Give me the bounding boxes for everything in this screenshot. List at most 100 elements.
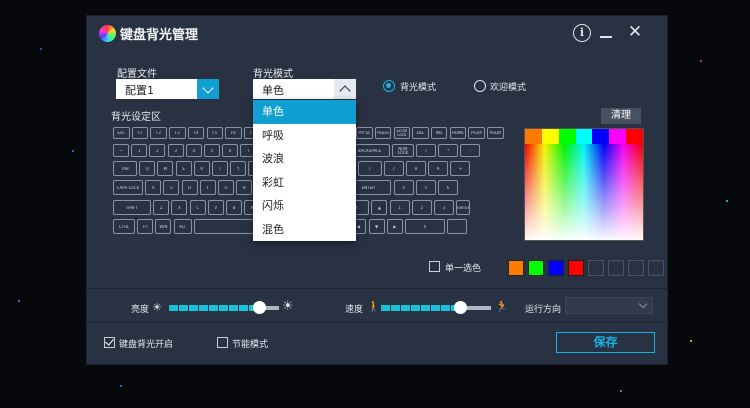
keyboard-key[interactable]: 8 — [406, 161, 426, 176]
keyboard-key[interactable]: / — [416, 144, 436, 157]
brightness-slider[interactable] — [169, 301, 279, 314]
radio-backlight-mode[interactable] — [383, 80, 395, 92]
palette-preset-color[interactable] — [626, 129, 643, 144]
keyboard-key[interactable]: S — [163, 180, 180, 195]
color-swatch[interactable] — [628, 260, 644, 276]
color-palette[interactable] — [524, 128, 644, 241]
backlight-on-checkbox[interactable] — [104, 337, 115, 348]
keyboard-key[interactable]: DEL — [412, 127, 429, 139]
keyboard-key[interactable]: R — [193, 161, 210, 176]
color-swatch[interactable] — [548, 260, 564, 276]
keyboard-key[interactable]: ~ — [113, 144, 129, 157]
keyboard-key[interactable]: 6 — [222, 144, 239, 157]
keyboard-key[interactable]: PGDN — [487, 127, 504, 139]
keyboard-key[interactable]: ALT — [173, 219, 192, 234]
keyboard-key[interactable]: 9 — [428, 161, 449, 176]
keyboard-key[interactable]: ENTER — [456, 200, 471, 215]
dropdown-item[interactable]: 呼吸 — [253, 124, 356, 148]
keyboard-key[interactable]: F6 — [225, 127, 242, 139]
brightness-slider-thumb[interactable] — [253, 301, 267, 314]
keyboard-key[interactable]: ▼ — [368, 219, 385, 234]
keyboard-key[interactable]: CTRL — [113, 219, 135, 234]
keyboard-key[interactable]: G — [218, 180, 234, 195]
keyboard-key[interactable]: F3 — [169, 127, 186, 139]
palette-preset-color[interactable] — [525, 129, 542, 144]
keyboard-key[interactable]: Pause — [374, 127, 392, 139]
keyboard-key[interactable]: F5 — [206, 127, 223, 139]
radio-backlight-mode-label[interactable]: 背光模式 — [400, 80, 436, 93]
color-swatch[interactable] — [608, 260, 624, 276]
keyboard-key[interactable]: Fn — [137, 219, 154, 234]
keyboard-key[interactable]: X — [171, 200, 188, 215]
color-swatch[interactable] — [648, 260, 664, 276]
keyboard-key[interactable]: . — [447, 219, 468, 234]
speed-slider[interactable] — [381, 301, 491, 314]
radio-welcome-mode-label[interactable]: 欢迎模式 — [490, 80, 526, 93]
keyboard-key[interactable]: + — [450, 161, 471, 176]
keyboard-key[interactable]: T — [212, 161, 228, 176]
keyboard-key[interactable]: 4 — [393, 180, 414, 195]
keyboard-key[interactable]: 3 — [434, 200, 454, 215]
keyboard-key[interactable]: F2 — [150, 127, 167, 139]
keyboard-key[interactable]: ▶ — [386, 219, 403, 234]
close-button[interactable]: ✕ — [627, 24, 643, 41]
keyboard-key[interactable]: NUM LOCK — [391, 144, 414, 157]
dropdown-item[interactable]: 闪烁 — [253, 194, 356, 218]
title-bar[interactable]: 键盘背光管理 i ✕ — [87, 16, 667, 52]
keyboard-key[interactable]: ESC — [113, 127, 130, 139]
single-color-checkbox[interactable] — [429, 261, 440, 272]
palette-preset-row[interactable] — [525, 129, 643, 144]
keyboard-key[interactable]: TAB — [113, 161, 137, 176]
save-button[interactable]: 保存 — [556, 332, 655, 353]
keyboard-key[interactable]: PGUP — [468, 127, 485, 139]
backlight-mode-dropdown-arrow[interactable] — [334, 79, 356, 99]
radio-welcome-mode[interactable] — [474, 80, 486, 92]
keyboard-key[interactable]: F — [199, 180, 216, 195]
keyboard-key[interactable]: * — [438, 144, 459, 157]
keyboard-key[interactable]: 7 — [383, 161, 404, 176]
keyboard-key[interactable]: A — [145, 180, 162, 195]
keyboard-key[interactable]: 6 — [438, 180, 458, 195]
palette-preset-color[interactable] — [609, 129, 627, 144]
keyboard-key[interactable]: 3 — [167, 144, 184, 157]
keyboard-key[interactable]: F4 — [187, 127, 205, 139]
palette-preset-color[interactable] — [558, 129, 576, 144]
keyboard-key[interactable]: H — [236, 180, 253, 195]
power-save-checkbox[interactable] — [217, 337, 228, 348]
keyboard-key[interactable]: 1 — [389, 200, 410, 215]
backlight-mode-select[interactable]: 单色 — [253, 79, 356, 99]
config-select[interactable]: 配置1 — [116, 79, 219, 99]
keyboard-key[interactable]: B — [226, 200, 242, 215]
palette-preset-color[interactable] — [541, 129, 559, 144]
keyboard-key[interactable]: 4 — [185, 144, 202, 157]
keyboard-key[interactable]: Z — [153, 200, 170, 215]
dropdown-item[interactable]: 混色 — [253, 218, 356, 242]
keyboard-key[interactable]: Q — [139, 161, 156, 176]
dropdown-item[interactable]: 彩虹 — [253, 171, 356, 195]
keyboard-key[interactable]: ▲ — [371, 200, 388, 215]
minimize-button[interactable] — [600, 36, 612, 38]
keyboard-key[interactable]: F1 — [131, 127, 149, 139]
dropdown-item[interactable]: 单色 — [253, 100, 356, 124]
keyboard-key[interactable]: Scroll Lock — [393, 127, 410, 139]
keyboard-key[interactable]: WIN — [155, 219, 172, 234]
dropdown-item[interactable]: 波浪 — [253, 147, 356, 171]
keyboard-key[interactable]: 5 — [204, 144, 220, 157]
keyboard-key[interactable]: INS — [430, 127, 448, 139]
keyboard-key[interactable]: SHIFT — [113, 200, 151, 215]
keyboard-key[interactable]: HOME — [449, 127, 467, 139]
keyboard-key[interactable]: CAPS LOCK — [113, 180, 143, 195]
keyboard-key[interactable]: Prt Sc — [356, 127, 373, 139]
keyboard-key[interactable]: Y — [230, 161, 247, 176]
color-swatch[interactable] — [568, 260, 584, 276]
palette-preset-color[interactable] — [592, 129, 610, 144]
keyboard-key[interactable]: 2 — [411, 200, 432, 215]
color-gradient-picker[interactable] — [525, 144, 643, 240]
keyboard-key[interactable]: 5 — [415, 180, 436, 195]
keyboard-key[interactable]: C — [189, 200, 206, 215]
keyboard-key[interactable]: E — [175, 161, 192, 176]
keyboard-key[interactable]: D — [181, 180, 198, 195]
info-button[interactable]: i — [573, 24, 591, 42]
direction-select[interactable] — [565, 297, 653, 314]
backlight-mode-dropdown-menu[interactable]: 单色 呼吸 波浪 彩虹 闪烁 混色 — [253, 100, 356, 241]
